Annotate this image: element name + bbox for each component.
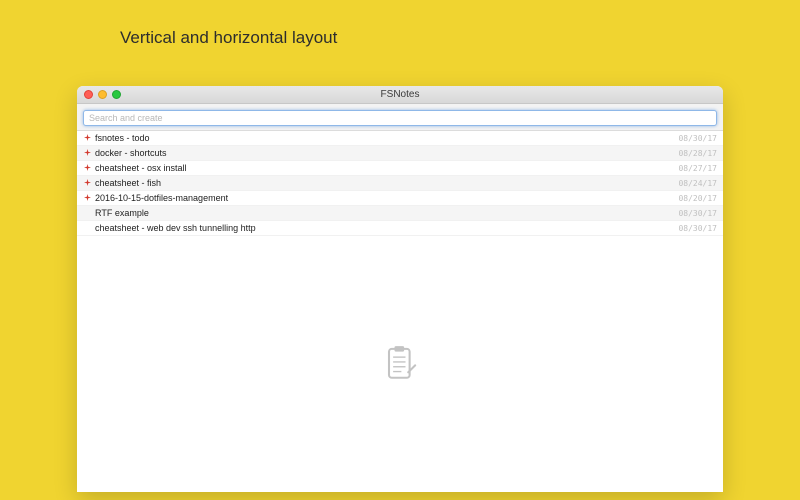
app-window: FSNotes fsnotes - todo08/30/17docker - s… xyxy=(77,86,723,492)
note-row[interactable]: cheatsheet - osx install08/27/17 xyxy=(77,161,723,176)
note-row[interactable]: fsnotes - todo08/30/17 xyxy=(77,131,723,146)
note-title: docker - shortcuts xyxy=(95,148,678,158)
pin-icon xyxy=(83,179,91,188)
note-row[interactable]: cheatsheet - web dev ssh tunnelling http… xyxy=(77,221,723,236)
window-titlebar[interactable]: FSNotes xyxy=(77,86,723,104)
zoom-icon[interactable] xyxy=(112,90,121,99)
note-row[interactable]: RTF example08/30/17 xyxy=(77,206,723,221)
note-date: 08/30/17 xyxy=(678,209,717,218)
note-title: cheatsheet - fish xyxy=(95,178,678,188)
clipboard-icon xyxy=(378,342,422,386)
note-date: 08/28/17 xyxy=(678,149,717,158)
minimize-icon[interactable] xyxy=(98,90,107,99)
search-input[interactable] xyxy=(83,110,717,126)
note-title: 2016-10-15-dotfiles-management xyxy=(95,193,678,203)
pin-icon xyxy=(83,194,91,203)
note-row[interactable]: cheatsheet - fish08/24/17 xyxy=(77,176,723,191)
search-bar-container xyxy=(77,104,723,131)
close-icon[interactable] xyxy=(84,90,93,99)
note-title: cheatsheet - web dev ssh tunnelling http xyxy=(95,223,678,233)
note-title: RTF example xyxy=(95,208,678,218)
note-row[interactable]: docker - shortcuts08/28/17 xyxy=(77,146,723,161)
note-row[interactable]: 2016-10-15-dotfiles-management08/20/17 xyxy=(77,191,723,206)
notes-list: fsnotes - todo08/30/17docker - shortcuts… xyxy=(77,131,723,236)
window-controls xyxy=(84,90,121,99)
pin-icon xyxy=(83,149,91,158)
window-title: FSNotes xyxy=(381,89,420,100)
note-date: 08/20/17 xyxy=(678,194,717,203)
note-date: 08/30/17 xyxy=(678,134,717,143)
note-title: fsnotes - todo xyxy=(95,133,678,143)
pin-icon xyxy=(83,164,91,173)
note-date: 08/24/17 xyxy=(678,179,717,188)
pin-icon xyxy=(83,134,91,143)
note-date: 08/27/17 xyxy=(678,164,717,173)
note-title: cheatsheet - osx install xyxy=(95,163,678,173)
note-date: 08/30/17 xyxy=(678,224,717,233)
page-heading: Vertical and horizontal layout xyxy=(120,28,337,48)
editor-empty-state xyxy=(77,236,723,492)
